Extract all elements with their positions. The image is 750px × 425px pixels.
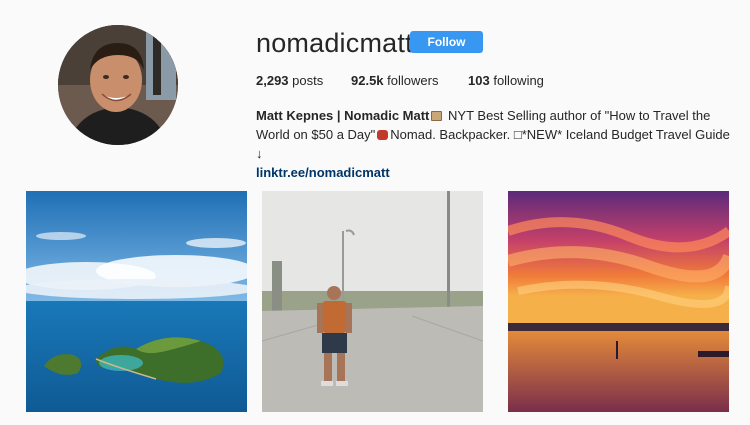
handbag-emoji-icon: [431, 111, 443, 121]
posts-count: 2,293: [256, 73, 289, 88]
posts-label: posts: [292, 73, 324, 88]
bio-text-part2: Nomad. Backpacker.: [390, 127, 511, 142]
down-arrow-icon: ↓: [256, 146, 263, 161]
profile-username: nomadicmatt: [256, 28, 413, 58]
unsupported-glyph-icon: □: [513, 127, 522, 142]
following-stat[interactable]: 103 following: [468, 73, 544, 88]
followers-label: followers: [387, 73, 439, 88]
post-tile-sunset[interactable]: [508, 191, 729, 412]
bio-full-name: Matt Kepnes | Nomadic Matt: [256, 108, 430, 123]
followers-count: 92.5k: [351, 73, 384, 88]
profile-stats: 2,293 posts 92.5k followers 103 followin…: [256, 73, 544, 88]
bio-text-part3: *NEW* Iceland Budget Travel Guide: [521, 127, 730, 142]
post-tile-island[interactable]: [26, 191, 247, 412]
profile-bio: Matt Kepnes | Nomadic Matt NYT Best Sell…: [256, 106, 736, 182]
follow-button[interactable]: Follow: [410, 31, 483, 53]
posts-stat: 2,293 posts: [256, 73, 351, 88]
profile-avatar: [58, 25, 178, 145]
following-count: 103: [468, 73, 490, 88]
followers-stat[interactable]: 92.5k followers: [351, 73, 468, 88]
following-label: following: [493, 73, 544, 88]
backpack-emoji-icon: [377, 130, 389, 140]
post-tile-backpacker[interactable]: [262, 191, 483, 412]
bio-link[interactable]: linktr.ee/nomadicmatt: [256, 163, 736, 182]
